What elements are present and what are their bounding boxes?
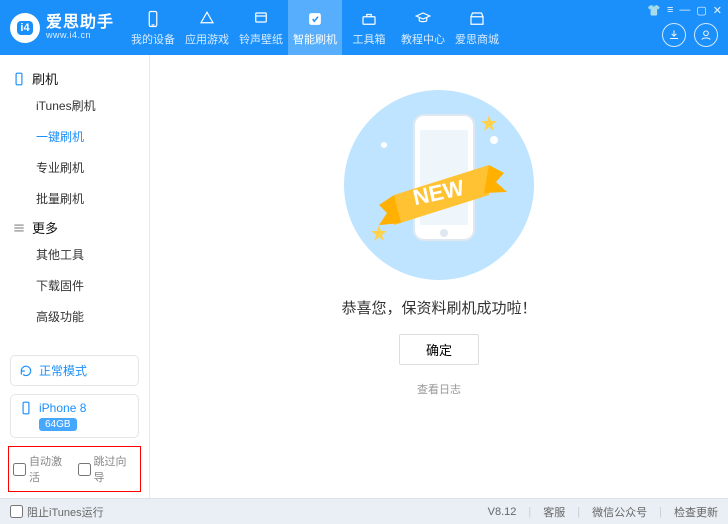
version-label: V8.12	[488, 506, 517, 518]
tutorial-icon	[413, 9, 433, 29]
window-controls: 👕 ≡ — ▢ ✕	[647, 4, 722, 17]
ok-button[interactable]: 确定	[399, 334, 479, 365]
flash-icon	[305, 9, 325, 29]
status-bar: 阻止iTunes运行 V8.12 | 客服 | 微信公众号 | 检查更新	[0, 498, 728, 524]
phone-icon	[19, 401, 33, 415]
nav-label: 爱思商城	[455, 31, 499, 47]
close-icon[interactable]: ✕	[713, 4, 722, 17]
sidebar-group-more: 更多	[0, 214, 149, 239]
nav-toolbox[interactable]: 工具箱	[342, 0, 396, 55]
maximize-icon[interactable]: ▢	[696, 4, 706, 17]
mode-label: 正常模式	[39, 362, 87, 379]
device-mode-status[interactable]: 正常模式	[10, 355, 139, 386]
music-icon	[251, 9, 271, 29]
menu-icon[interactable]: ≡	[667, 4, 673, 17]
phone-icon	[12, 72, 26, 86]
sidebar-item-download-firmware[interactable]: 下载固件	[0, 270, 149, 301]
nav-tutorial[interactable]: 教程中心	[396, 0, 450, 55]
sidebar-group-title: 更多	[32, 218, 58, 237]
more-icon	[12, 221, 26, 235]
success-message: 恭喜您，保资料刷机成功啦！	[341, 297, 536, 318]
sidebar-item-oneclick-flash[interactable]: 一键刷机	[0, 121, 149, 152]
nav-store[interactable]: 爱思商城	[450, 0, 504, 55]
app-logo: i4 爱思助手 www.i4.cn	[10, 13, 114, 43]
customer-service-link[interactable]: 客服	[543, 504, 565, 520]
nav-label: 教程中心	[401, 31, 445, 47]
brand-subtitle: www.i4.cn	[46, 31, 114, 40]
wechat-link[interactable]: 微信公众号	[592, 504, 647, 520]
phone-icon	[143, 9, 163, 29]
device-name: iPhone 8	[39, 401, 86, 415]
sidebar-group-title: 刷机	[32, 69, 58, 88]
toolbox-icon	[359, 9, 379, 29]
apps-icon	[197, 9, 217, 29]
device-card[interactable]: iPhone 8 64GB	[10, 394, 139, 438]
sidebar-item-pro-flash[interactable]: 专业刷机	[0, 152, 149, 183]
title-bar: i4 爱思助手 www.i4.cn 我的设备 应用游戏 铃声壁纸 智能刷机	[0, 0, 728, 55]
view-log-link[interactable]: 查看日志	[417, 381, 461, 397]
nav-apps[interactable]: 应用游戏	[180, 0, 234, 55]
user-button[interactable]	[694, 23, 718, 47]
download-button[interactable]	[662, 23, 686, 47]
logo-badge: i4	[17, 21, 32, 35]
nav-ringtones[interactable]: 铃声壁纸	[234, 0, 288, 55]
brand-title: 爱思助手	[46, 15, 114, 31]
minimize-icon[interactable]: —	[679, 4, 690, 17]
main-content: NEW 恭喜您，保资料刷机成功啦！ 确定 查看日志	[150, 55, 728, 498]
skin-icon[interactable]: 👕	[647, 4, 661, 17]
sidebar-group-flash: 刷机	[0, 65, 149, 90]
nav-flashing[interactable]: 智能刷机	[288, 0, 342, 55]
nav-label: 智能刷机	[293, 31, 337, 47]
refresh-icon	[19, 364, 33, 378]
nav-label: 工具箱	[353, 31, 386, 47]
auto-activate-checkbox[interactable]: 自动激活	[13, 453, 72, 485]
sidebar-item-batch-flash[interactable]: 批量刷机	[0, 183, 149, 214]
sidebar-item-advanced[interactable]: 高级功能	[0, 301, 149, 332]
sidebar: 刷机 iTunes刷机 一键刷机 专业刷机 批量刷机 更多 其他工具 下载固件 …	[0, 55, 150, 498]
nav-my-device[interactable]: 我的设备	[126, 0, 180, 55]
store-icon	[467, 9, 487, 29]
block-itunes-checkbox[interactable]: 阻止iTunes运行	[10, 504, 104, 520]
skip-guide-checkbox[interactable]: 跳过向导	[78, 453, 137, 485]
sidebar-options-highlight: 自动激活 跳过向导	[8, 446, 141, 492]
sidebar-item-other-tools[interactable]: 其他工具	[0, 239, 149, 270]
sidebar-item-itunes-flash[interactable]: iTunes刷机	[0, 90, 149, 121]
check-update-link[interactable]: 检查更新	[674, 504, 718, 520]
nav-label: 铃声壁纸	[239, 31, 283, 47]
nav-label: 我的设备	[131, 31, 175, 47]
nav-label: 应用游戏	[185, 31, 229, 47]
top-nav: 我的设备 应用游戏 铃声壁纸 智能刷机 工具箱 教程中心	[126, 0, 504, 55]
device-capacity: 64GB	[39, 418, 77, 431]
success-illustration: NEW	[339, 85, 539, 285]
